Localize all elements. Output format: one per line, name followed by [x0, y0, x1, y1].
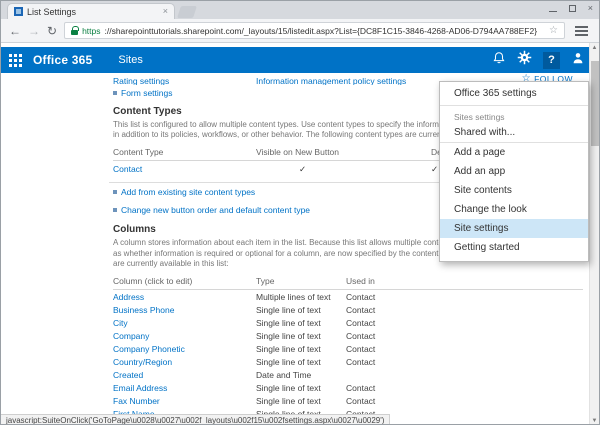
tab-title: List Settings	[27, 7, 159, 17]
address-bar[interactable]: https ://sharepointtutorials.sharepoint.…	[64, 22, 565, 39]
column-name-link[interactable]: Address	[113, 292, 144, 302]
menu-item[interactable]: Getting started	[440, 238, 588, 257]
new-tab-button[interactable]	[177, 6, 197, 18]
square-bullet-icon	[113, 208, 117, 212]
column-name-link[interactable]: Fax Number	[113, 396, 160, 406]
browser-tab[interactable]: List Settings ×	[7, 3, 175, 19]
column-name-cell: Company	[113, 329, 256, 342]
settings-dropdown-menu: Office 365 settings Sites settings Share…	[439, 81, 589, 262]
settings-gear-icon[interactable]	[517, 50, 532, 70]
suite-icons: ?	[492, 50, 585, 70]
scroll-up-arrow-icon[interactable]: ▲	[592, 43, 598, 53]
column-usedin-cell	[346, 368, 583, 381]
content-types-action-link[interactable]: Change new button order and default cont…	[121, 205, 310, 215]
column-type-cell: Single line of text	[256, 342, 346, 355]
app-launcher-icon[interactable]	[1, 47, 29, 73]
column-type-cell: Single line of text	[256, 329, 346, 342]
ct-header-visible: Visible on New Button	[256, 144, 431, 161]
col-header-name: Column (click to edit)	[113, 273, 256, 290]
forward-button[interactable]: →	[28, 25, 40, 37]
vertical-scrollbar[interactable]: ▲ ▼	[589, 43, 599, 425]
scroll-down-arrow-icon[interactable]: ▼	[592, 416, 598, 425]
bookmark-star-icon[interactable]: ☆	[549, 25, 558, 36]
column-type-cell: Single line of text	[256, 303, 346, 316]
col-header-usedin: Used in	[346, 273, 583, 290]
col-header-type: Type	[256, 273, 346, 290]
square-bullet-icon	[113, 190, 117, 194]
user-profile-icon[interactable]	[571, 51, 585, 70]
window-minimize-button[interactable]	[549, 11, 557, 12]
help-button[interactable]: ?	[543, 52, 560, 69]
column-name-cell: Company Phonetic	[113, 342, 256, 355]
menu-group-label: Sites settings	[440, 108, 588, 123]
column-type-cell: Single line of text	[256, 394, 346, 407]
settings-link-partial[interactable]: Rating settings	[113, 76, 256, 85]
window-controls: ×	[549, 4, 593, 13]
url-scheme: https	[82, 26, 100, 36]
column-name-link[interactable]: Company	[113, 331, 149, 341]
column-name-link[interactable]: Country/Region	[113, 357, 172, 367]
column-usedin-cell: Contact	[346, 316, 583, 329]
menu-item-office365-settings[interactable]: Office 365 settings	[440, 84, 588, 103]
column-type-cell: Multiple lines of text	[256, 290, 346, 303]
column-name-cell: Created	[113, 368, 256, 381]
column-type-cell: Single line of text	[256, 355, 346, 368]
browser-tab-bar: List Settings × ×	[1, 1, 599, 19]
office365-suite-bar: Office 365 Sites	[1, 47, 599, 73]
content-type-contact-link[interactable]: Contact	[113, 164, 142, 174]
https-padlock-icon	[71, 30, 78, 35]
menu-divider	[440, 105, 588, 106]
column-usedin-cell: Contact	[346, 355, 583, 368]
window-maximize-button[interactable]	[569, 5, 576, 12]
menu-item[interactable]: Change the look	[440, 200, 588, 219]
page-viewport: Office 365 Sites	[1, 43, 599, 425]
column-name-link[interactable]: City	[113, 318, 128, 328]
square-bullet-icon	[113, 91, 117, 95]
column-usedin-cell: Contact	[346, 303, 583, 316]
column-type-cell: Date and Time	[256, 368, 346, 381]
column-name-cell: Email Address	[113, 381, 256, 394]
content-types-action-link[interactable]: Add from existing site content types	[121, 187, 255, 197]
column-name-link[interactable]: Business Phone	[113, 305, 174, 315]
brand-office365[interactable]: Office 365	[33, 53, 92, 67]
column-type-cell: Single line of text	[256, 381, 346, 394]
menu-item[interactable]: Add a page	[440, 143, 588, 162]
column-name-cell: Address	[113, 290, 256, 303]
scrollbar-thumb[interactable]	[591, 61, 599, 146]
column-name-link[interactable]: Created	[113, 370, 143, 380]
column-usedin-cell: Contact	[346, 342, 583, 355]
column-usedin-cell: Contact	[346, 329, 583, 342]
browser-window: List Settings × × ← → ↻ https ://sharepo…	[0, 0, 600, 425]
url-text: ://sharepointtutorials.sharepoint.com/_l…	[105, 26, 542, 36]
browser-status-bar: javascript:SuiteOnClick('GoToPage\u0028\…	[1, 414, 390, 425]
tab-close-icon[interactable]: ×	[163, 7, 168, 16]
column-name-cell: City	[113, 316, 256, 329]
suite-link-sites[interactable]: Sites	[118, 54, 142, 66]
column-name-cell: Country/Region	[113, 355, 256, 368]
form-settings-link[interactable]: Form settings	[121, 88, 173, 98]
visible-checkmark-icon: ✓	[256, 161, 431, 178]
menu-item[interactable]: Site settings	[440, 219, 588, 238]
menu-item[interactable]: Add an app	[440, 162, 588, 181]
column-name-cell: Business Phone	[113, 303, 256, 316]
column-usedin-cell: Contact	[346, 290, 583, 303]
window-close-button[interactable]: ×	[588, 4, 593, 13]
column-name-link[interactable]: Company Phonetic	[113, 344, 185, 354]
menu-item[interactable]: Shared with...	[440, 123, 588, 143]
column-usedin-cell: Contact	[346, 381, 583, 394]
notifications-bell-icon[interactable]	[492, 51, 506, 70]
column-name-link[interactable]: Email Address	[113, 383, 167, 393]
reload-button[interactable]: ↻	[47, 25, 57, 37]
browser-menu-icon[interactable]	[575, 30, 588, 32]
menu-item[interactable]: Site contents	[440, 181, 588, 200]
ct-header-content-type: Content Type	[113, 144, 256, 161]
column-type-cell: Single line of text	[256, 316, 346, 329]
back-button[interactable]: ←	[9, 25, 21, 37]
browser-toolbar: ← → ↻ https ://sharepointtutorials.share…	[1, 19, 599, 43]
column-usedin-cell: Contact	[346, 394, 583, 407]
column-name-cell: Fax Number	[113, 394, 256, 407]
columns-table: Column (click to edit) Type Used in Addr…	[113, 273, 583, 425]
settings-link-partial[interactable]: Information management policy settings	[256, 76, 406, 85]
tab-favicon-icon	[14, 7, 23, 16]
